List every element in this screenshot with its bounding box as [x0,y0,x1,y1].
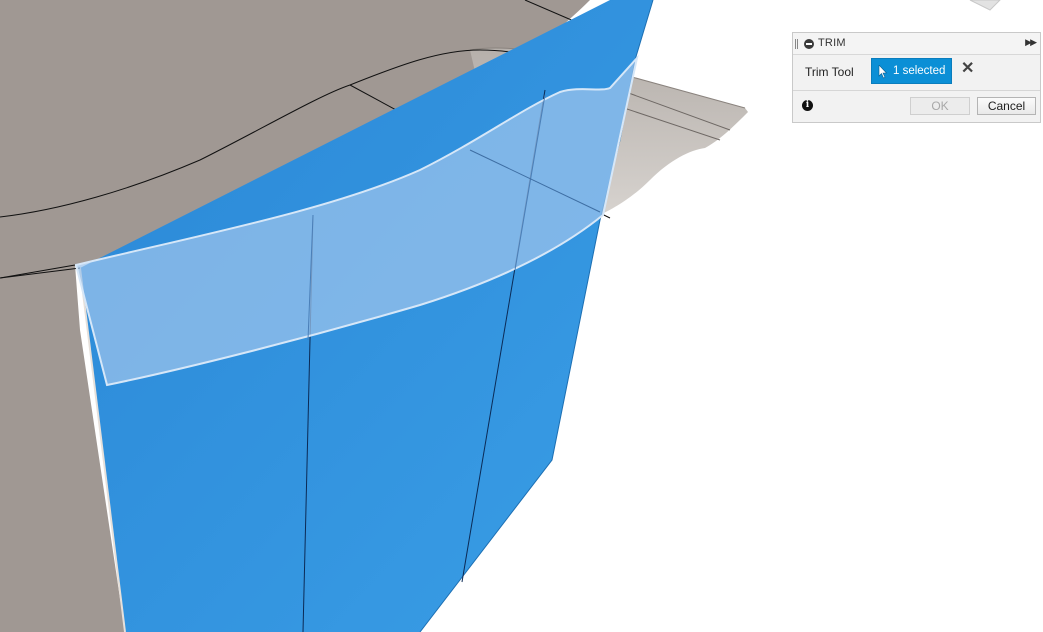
trim-tool-selection-button[interactable]: 1 selected [871,58,952,84]
dialog-header[interactable]: TRIM ▶▶ [793,33,1040,55]
trim-tool-label: Trim Tool [805,65,854,79]
view-cube-corner[interactable] [969,0,1001,11]
info-icon[interactable]: i [802,100,813,111]
cancel-button[interactable]: Cancel [977,97,1036,115]
expand-arrows-icon[interactable]: ▶▶ [1025,37,1037,48]
dialog-title: TRIM [818,37,846,49]
divider [793,90,1040,91]
clear-selection-icon[interactable]: ✕ [961,61,974,77]
selection-count: 1 selected [893,65,946,77]
ok-button[interactable]: OK [910,97,970,115]
drag-grip-icon[interactable] [795,39,798,49]
collapse-icon[interactable] [804,39,814,49]
trim-dialog: TRIM ▶▶ Trim Tool 1 selected ✕ i OK Canc… [792,32,1041,123]
cursor-arrow-icon [878,65,888,79]
